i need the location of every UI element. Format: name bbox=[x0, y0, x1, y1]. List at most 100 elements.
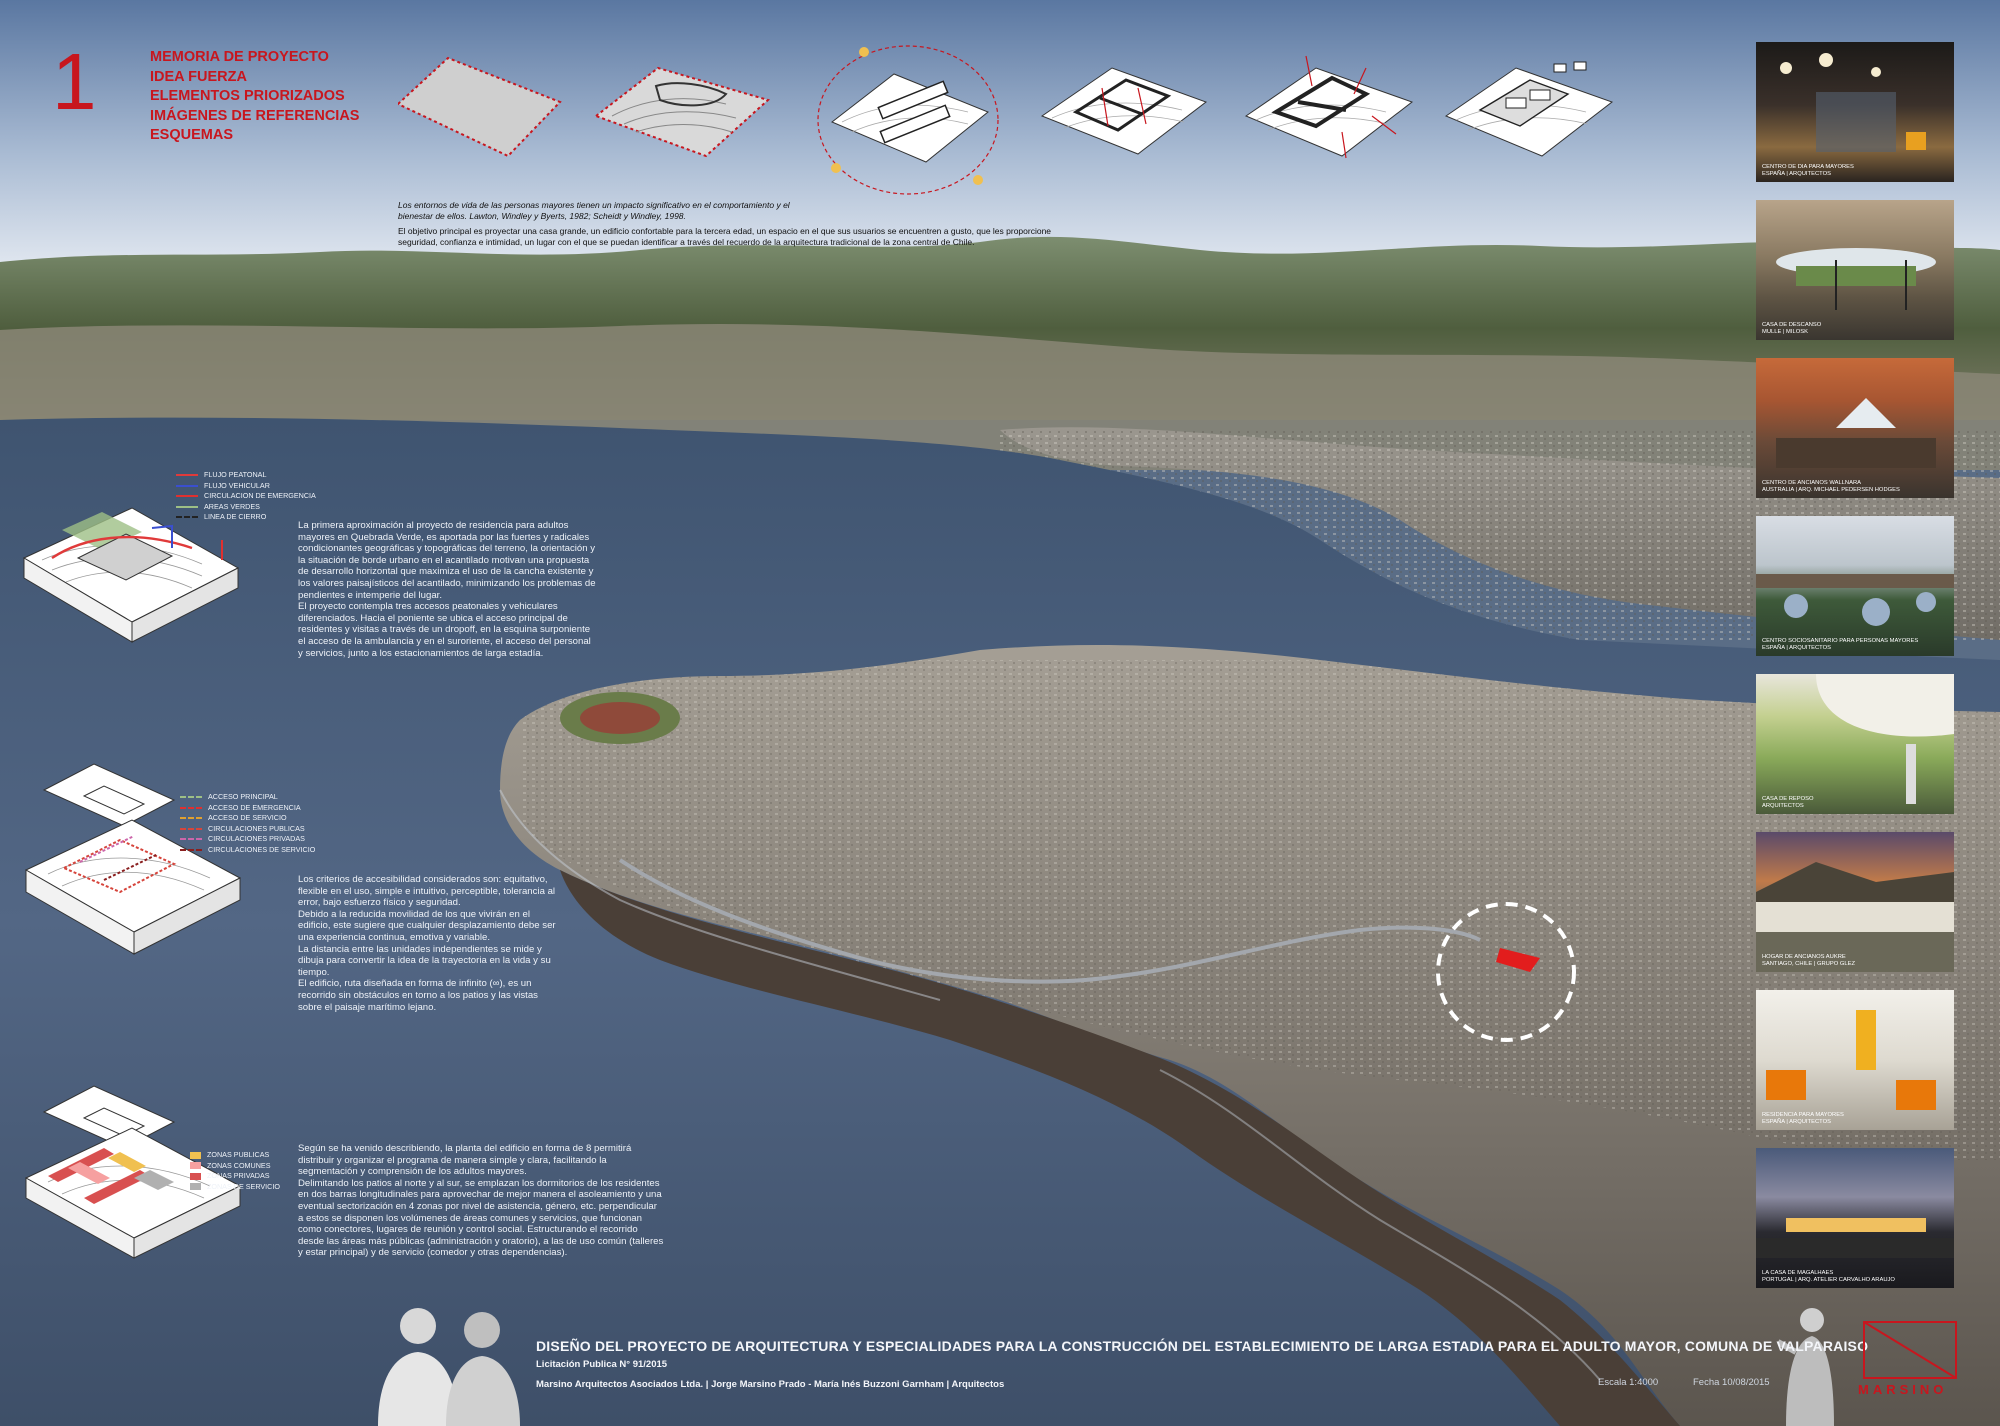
authors-line: Marsino Arquitectos Asociados Ltda. | Jo… bbox=[536, 1379, 1005, 1390]
reference-caption: CENTRO DE DIA PARA MAYORES ESPAÑA | ARQU… bbox=[1762, 164, 1854, 177]
legend-swatch bbox=[176, 495, 198, 498]
legend-label: ZONAS PRIVADAS bbox=[207, 1171, 270, 1180]
legend-label: CIRCULACIONES PRIVADAS bbox=[208, 834, 305, 843]
reference-caption: CENTRO DE ANCIANOS WALLNARA AUSTRALIA | … bbox=[1762, 480, 1900, 493]
heading-memoria: MEMORIA DE PROYECTO bbox=[150, 49, 329, 65]
heading-esquemas: ESQUEMAS bbox=[150, 127, 233, 143]
reference-caption: LA CASA DE MAGALHAES PORTUGAL | ARQ. ATE… bbox=[1762, 1270, 1895, 1283]
paragraph-program: Según se ha venido describiendo, la plan… bbox=[298, 1143, 664, 1259]
photo-courtyard-icon bbox=[1776, 248, 1936, 310]
legend-swatch bbox=[180, 796, 202, 799]
photo-arcade-icon bbox=[1816, 674, 1954, 804]
photo-gallery-icon bbox=[1776, 398, 1936, 468]
legend-label: FLUJO VEHICULAR bbox=[204, 480, 270, 490]
legend-swatch bbox=[176, 474, 198, 477]
sheet-headings: MEMORIA DE PROYECTO IDEA FUERZA ELEMENTO… bbox=[150, 48, 359, 146]
legend-label: ACCESO PRINCIPAL bbox=[208, 792, 278, 801]
legend-item: LINEA DE CIERRO bbox=[176, 512, 316, 523]
legend-item: AREAS VERDES bbox=[176, 502, 316, 513]
sheet-number: 1 bbox=[52, 37, 97, 126]
legend-swatch bbox=[176, 484, 198, 487]
reference-caption: CASA DE REPOSO ARQUITECTOS bbox=[1762, 796, 1814, 809]
legend-item: FLUJO PEATONAL bbox=[176, 470, 316, 481]
architects-portrait bbox=[378, 1308, 520, 1426]
legend-item: ZONAS DE SERVICIO bbox=[190, 1182, 280, 1193]
legend-swatch bbox=[180, 838, 202, 841]
quote-text: Los entornos de vida de las personas may… bbox=[398, 200, 790, 221]
marsino-logo-icon bbox=[1863, 1321, 1957, 1379]
legend-item: ACCESO DE SERVICIO bbox=[180, 813, 315, 824]
licitacion-number: Licitación Publica N° 91/2015 bbox=[536, 1359, 668, 1370]
reference-photo-7: RESIDENCIA PARA MAYORES ESPAÑA | ARQUITE… bbox=[1756, 990, 1954, 1130]
legend-item: ZONAS COMUNES bbox=[190, 1161, 280, 1172]
marsino-logo-text: MARSINO bbox=[1858, 1382, 1948, 1397]
scale-label: Escala 1:4000 bbox=[1598, 1377, 1659, 1388]
legend-label: CIRCULACIONES PUBLICAS bbox=[208, 823, 305, 833]
date-label: Fecha 10/08/2015 bbox=[1693, 1377, 1770, 1388]
legend-swatch bbox=[180, 817, 202, 820]
legend-label: LINEA DE CIERRO bbox=[204, 512, 267, 521]
legend-swatch bbox=[190, 1172, 201, 1180]
legend-swatch bbox=[180, 848, 202, 851]
legend-item: CIRCULACIONES PRIVADAS bbox=[180, 834, 315, 845]
reference-photo-4: CENTRO SOCIOSANITARIO PARA PERSONAS MAYO… bbox=[1756, 516, 1954, 656]
legend-swatch bbox=[190, 1183, 201, 1191]
photo-facade-icon bbox=[1756, 862, 1954, 972]
legend-item: ZONAS PRIVADAS bbox=[190, 1171, 280, 1182]
reference-caption: RESIDENCIA PARA MAYORES ESPAÑA | ARQUITE… bbox=[1762, 1112, 1844, 1125]
heading-imagenes: IMÁGENES DE REFERENCIAS bbox=[150, 107, 360, 124]
reference-caption: CENTRO SOCIOSANITARIO PARA PERSONAS MAYO… bbox=[1762, 638, 1919, 651]
reference-photo-1: CENTRO DE DIA PARA MAYORES ESPAÑA | ARQU… bbox=[1756, 42, 1954, 182]
legend-item: CIRCULACIONES PUBLICAS bbox=[180, 824, 315, 835]
reference-photo-3: CENTRO DE ANCIANOS WALLNARA AUSTRALIA | … bbox=[1756, 358, 1954, 498]
legend-circulation: ACCESO PRINCIPAL ACCESO DE EMERGENCIA AC… bbox=[180, 792, 315, 855]
reference-photo-5: CASA DE REPOSO ARQUITECTOS bbox=[1756, 674, 1954, 814]
legend-label: ACCESO DE EMERGENCIA bbox=[208, 802, 301, 812]
reference-caption: HOGAR DE ANCIANOS AUKRE SANTIAGO, CHILE … bbox=[1762, 954, 1855, 967]
legend-label: AREAS VERDES bbox=[204, 501, 260, 511]
heading-elementos: ELEMENTOS PRIORIZADOS bbox=[150, 88, 345, 104]
diagram-site bbox=[398, 56, 562, 158]
reference-photo-8: LA CASA DE MAGALHAES PORTUGAL | ARQ. ATE… bbox=[1756, 1148, 1954, 1288]
paragraph-accessibility: Los criterios de accesibilidad considera… bbox=[298, 874, 556, 1013]
reference-caption: CASA DE DESCANSO MULLE | MILOSK bbox=[1762, 322, 1822, 335]
reference-photo-6: HOGAR DE ANCIANOS AUKRE SANTIAGO, CHILE … bbox=[1756, 832, 1954, 972]
legend-label: ZONAS PUBLICAS bbox=[207, 1150, 270, 1159]
diagram-courtyards bbox=[1040, 67, 1208, 155]
photo-interior-icon bbox=[1780, 53, 1926, 152]
legend-label: ZONAS COMUNES bbox=[207, 1160, 271, 1170]
legend-swatch bbox=[190, 1162, 201, 1170]
legend-label: FLUJO PEATONAL bbox=[204, 470, 267, 479]
paragraph-access: La primera aproximación al proyecto de r… bbox=[298, 520, 596, 659]
legend-swatch bbox=[176, 516, 198, 519]
legend-zones: ZONAS PUBLICAS ZONAS COMUNES ZONAS PRIVA… bbox=[190, 1150, 280, 1192]
legend-swatch bbox=[190, 1151, 201, 1159]
legend-label: ACCESO DE SERVICIO bbox=[208, 813, 287, 822]
reference-photo-2: CASA DE DESCANSO MULLE | MILOSK bbox=[1756, 200, 1954, 340]
legend-item: ACCESO DE EMERGENCIA bbox=[180, 803, 315, 814]
legend-access: FLUJO PEATONAL FLUJO VEHICULAR CIRCULACI… bbox=[176, 470, 316, 523]
axonometric-circulation bbox=[24, 763, 242, 955]
legend-swatch bbox=[176, 505, 198, 508]
legend-item: ZONAS PUBLICAS bbox=[190, 1150, 280, 1161]
heading-idea: IDEA FUERZA bbox=[150, 68, 247, 85]
photo-night-icon bbox=[1756, 1218, 1954, 1258]
photo-garden-icon bbox=[1756, 574, 1954, 626]
legend-label: CIRCULACIONES DE SERVICIO bbox=[208, 844, 316, 854]
concept-diagrams bbox=[398, 45, 1614, 195]
legend-swatch bbox=[180, 827, 202, 830]
legend-item: FLUJO VEHICULAR bbox=[176, 481, 316, 492]
legend-label: CIRCULACION DE EMERGENCIA bbox=[204, 491, 316, 500]
legend-label: ZONAS DE SERVICIO bbox=[207, 1181, 280, 1191]
diagram-solar bbox=[817, 45, 999, 195]
figure-silhouette bbox=[1778, 1308, 1834, 1426]
photo-lobby-icon bbox=[1766, 1010, 1936, 1110]
objective-text: El objetivo principal es proyectar una c… bbox=[398, 226, 1052, 247]
legend-item: CIRCULACION DE EMERGENCIA bbox=[176, 491, 316, 502]
diagram-topography bbox=[593, 66, 771, 158]
legend-swatch bbox=[180, 806, 202, 809]
project-title: DISEÑO DEL PROYECTO DE ARQUITECTURA Y ES… bbox=[536, 1338, 1869, 1354]
legend-item: CIRCULACIONES DE SERVICIO bbox=[180, 845, 315, 856]
diagram-final-plan bbox=[1444, 61, 1614, 157]
diagram-circulation bbox=[1244, 55, 1414, 159]
